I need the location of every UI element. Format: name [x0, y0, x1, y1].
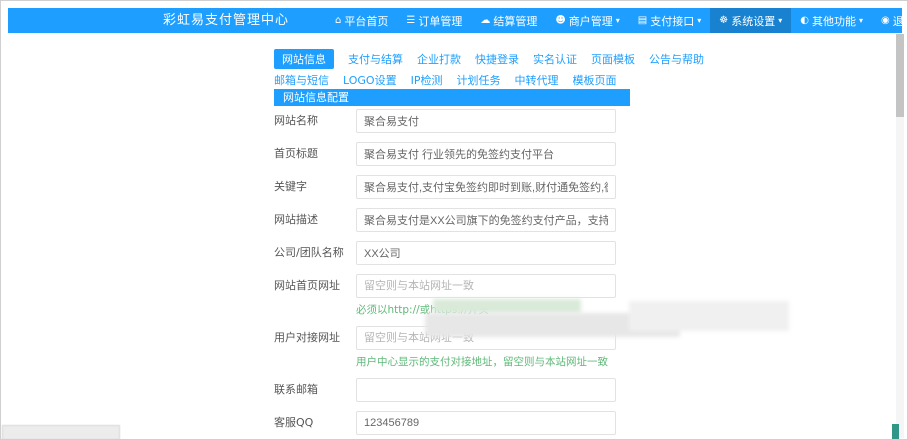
field-input-8[interactable] [356, 378, 616, 402]
field-input-1[interactable] [356, 109, 616, 133]
chevron-down-icon: ▾ [778, 16, 783, 25]
field-label: 网站名称 [274, 114, 318, 127]
field-input-5[interactable] [356, 241, 616, 265]
site-info-form: 网站名称首页标题关键字网站描述公司/团队名称网站首页网址必须以http://或h… [274, 109, 634, 439]
nav-item-label: 平台首页 [344, 14, 389, 28]
card-icon: ▤ [637, 15, 648, 26]
tab-row-2: 邮箱与短信 LOGO设置 IP检测 计划任务 中转代理 模板页面 [274, 71, 894, 89]
field-input-3[interactable] [356, 175, 616, 199]
nav-item-5[interactable]: ▤ 支付接口 ▾ [629, 8, 710, 33]
nav-item-3[interactable]: ☁ 结算管理 [471, 8, 546, 33]
orders-icon: ☰ [406, 15, 416, 26]
chevron-down-icon: ▾ [858, 16, 863, 25]
nav-item-label: 退出登录 [892, 14, 907, 28]
nav-item-label: 支付接口 [650, 14, 695, 28]
field-label: 客服QQ [274, 416, 314, 429]
field-label: 网站首页网址 [274, 279, 340, 292]
chevron-down-icon: ▾ [697, 16, 702, 25]
nav-item-6[interactable]: ☸ 系统设置 ▾ [710, 8, 792, 33]
tab-row1-3[interactable]: 企业打款 [417, 51, 461, 67]
circle-icon: ◐ [800, 15, 809, 26]
tab-row1-1[interactable]: 网站信息 [274, 49, 334, 69]
form-row-5: 公司/团队名称 [274, 241, 634, 265]
form-row-9: 客服QQ [274, 411, 634, 435]
tab-row2-6[interactable]: 模板页面 [572, 72, 616, 88]
tab-row1-5[interactable]: 实名认证 [533, 51, 577, 67]
tab-row1-2[interactable]: 支付与结算 [348, 51, 403, 67]
form-row-1: 网站名称 [274, 109, 634, 133]
tab-row2-1[interactable]: 邮箱与短信 [274, 72, 329, 88]
tab-row2-2[interactable]: LOGO设置 [343, 72, 397, 88]
form-row-2: 首页标题 [274, 142, 634, 166]
settings-tabs: 网站信息 支付与结算 企业打款 快捷登录 实名认证 页面模板 公告与帮助 邮箱与短信 LOGO… [274, 49, 894, 92]
field-label: 用户对接网址 [274, 331, 340, 344]
field-wrap [356, 208, 616, 232]
page-title: 彩虹易支付管理中心 [163, 13, 290, 28]
field-wrap [356, 142, 616, 166]
nav-item-label: 订单管理 [418, 14, 463, 28]
top-navbar: 彩虹易支付管理中心 ⌂ 平台首页 ☰ 订单管理 ☁ 结算管理 ☻ 商户管理 ▾ ▤ 支付接口 ▾ ☸ 系统… [8, 8, 907, 33]
scrollbar-thumb[interactable] [896, 34, 904, 117]
nav-item-2[interactable]: ☰ 订单管理 [397, 8, 471, 33]
nav-item-4[interactable]: ☻ 商户管理 ▾ [546, 8, 628, 33]
nav-item-label: 其他功能 [811, 14, 856, 28]
nav-item-8[interactable]: ◉退出登录 [872, 8, 907, 33]
field-input-4[interactable] [356, 208, 616, 232]
nav-item-1[interactable]: ⌂ 平台首页 [326, 8, 397, 33]
tab-row2-3[interactable]: IP检测 [411, 72, 443, 88]
gear-icon: ☸ [719, 15, 729, 26]
tab-row-1: 网站信息 支付与结算 企业打款 快捷登录 实名认证 页面模板 公告与帮助 [274, 49, 894, 69]
floating-widget[interactable] [892, 424, 899, 439]
form-row-8: 联系邮箱 [274, 378, 634, 402]
tab-row2-5[interactable]: 中转代理 [514, 72, 558, 88]
field-hint: 用户中心显示的支付对接地址，留空则与本站网址一致 [356, 356, 608, 368]
nav-item-label: 商户管理 [568, 14, 613, 28]
field-label: 网站描述 [274, 213, 318, 226]
chevron-down-icon: ▾ [615, 16, 620, 25]
tab-row1-6[interactable]: 页面模板 [591, 51, 635, 67]
power-icon: ◉ [880, 15, 890, 26]
navbar-menu: ⌂ 平台首页 ☰ 订单管理 ☁ 结算管理 ☻ 商户管理 ▾ ▤ 支付接口 ▾ ☸ 系统设置 ▾ ◐ 其他功能 ▾ ◉… [326, 8, 907, 33]
form-row-3: 关键字 [274, 175, 634, 199]
field-wrap [356, 241, 616, 265]
field-input-2[interactable] [356, 142, 616, 166]
admin-page: 彩虹易支付管理中心 ⌂ 平台首页 ☰ 订单管理 ☁ 结算管理 ☻ 商户管理 ▾ ▤ 支付接口 ▾ ☸ 系统… [0, 0, 908, 440]
tab-row1-7[interactable]: 公告与帮助 [649, 51, 704, 67]
field-wrap [356, 411, 616, 435]
cloud-icon: ☁ [480, 15, 491, 26]
field-input-6[interactable] [356, 274, 616, 298]
censored-blur-region [433, 299, 581, 313]
user-icon: ☻ [555, 15, 566, 26]
nav-item-label: 结算管理 [493, 14, 538, 28]
tab-row2-4[interactable]: 计划任务 [456, 72, 500, 88]
tab-row1-4[interactable]: 快捷登录 [475, 51, 519, 67]
field-label: 关键字 [274, 180, 307, 193]
field-wrap [356, 378, 616, 402]
field-wrap [356, 109, 616, 133]
status-bar-tooltip [2, 425, 120, 439]
nav-item-label: 系统设置 [731, 14, 776, 28]
field-label: 联系邮箱 [274, 383, 318, 396]
censored-blur-region [629, 301, 789, 331]
field-wrap [356, 175, 616, 199]
nav-item-7[interactable]: ◐ 其他功能 ▾ [791, 8, 872, 33]
field-label: 首页标题 [274, 147, 318, 160]
section-header: 网站信息配置 [274, 89, 630, 106]
home-icon: ⌂ [335, 15, 342, 26]
field-input-9[interactable] [356, 411, 616, 435]
field-label: 公司/团队名称 [274, 246, 344, 259]
form-row-4: 网站描述 [274, 208, 634, 232]
